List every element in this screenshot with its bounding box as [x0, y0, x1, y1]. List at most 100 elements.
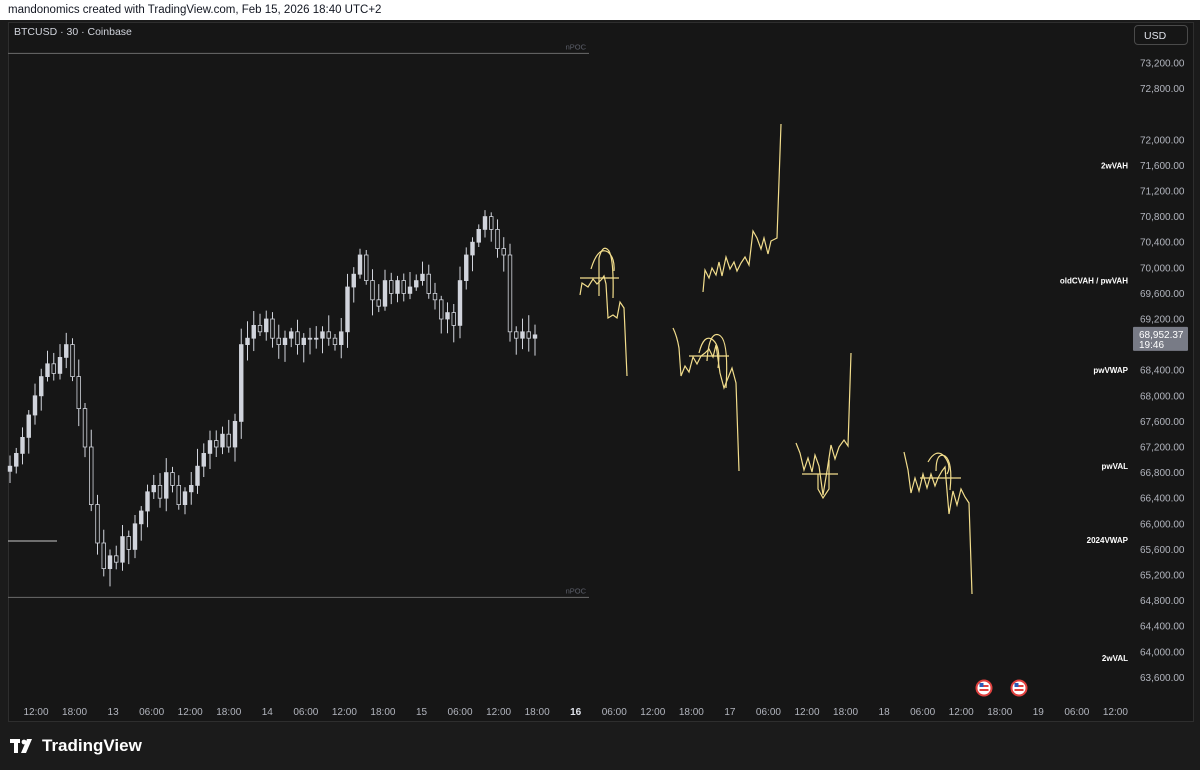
candle-body	[351, 273, 356, 288]
level-label: oldCVAH / pwVAH	[1060, 277, 1128, 286]
y-tick-label: 71,600.00	[1140, 161, 1185, 172]
candle-body	[82, 408, 88, 448]
us-flag-canton	[1014, 683, 1019, 687]
candle-body	[195, 465, 200, 486]
candle-body	[307, 337, 313, 340]
candle-body	[151, 484, 156, 493]
x-tick-label: 12:00	[1103, 707, 1128, 718]
candle-body	[32, 395, 38, 416]
candle-body	[107, 555, 113, 569]
candle-body	[214, 440, 219, 448]
x-tick-label: 12:00	[794, 707, 819, 718]
candle-body	[395, 280, 400, 294]
candle-body	[139, 510, 144, 525]
npoc-label: nPOC	[566, 42, 587, 51]
candle-body	[39, 376, 44, 397]
x-tick-label: 13	[108, 707, 120, 718]
us-flag-stripe	[1014, 689, 1024, 691]
candle-body	[470, 241, 475, 256]
candle-body	[295, 331, 300, 345]
tradingview-logo[interactable]: TradingView	[10, 736, 142, 756]
x-tick-label: 12:00	[640, 707, 665, 718]
x-tick-label: 06:00	[756, 707, 781, 718]
x-tick-label: 18:00	[833, 707, 858, 718]
candle-body	[182, 491, 188, 505]
candle-body	[439, 299, 444, 320]
candle-body	[451, 312, 456, 326]
candle-body	[64, 344, 69, 358]
candle-body	[245, 337, 250, 346]
x-tick-label: 12:00	[23, 707, 48, 718]
candle-body	[176, 484, 181, 505]
candle-body	[14, 452, 19, 467]
candle-body	[332, 337, 338, 346]
candle-body	[57, 356, 63, 374]
us-flag-icon	[975, 679, 993, 697]
level-label: 2024VWAP	[1087, 536, 1129, 545]
scenario-drawing	[903, 451, 973, 595]
y-tick-label: 73,200.00	[1140, 59, 1185, 70]
us-flag-canton	[979, 683, 984, 687]
y-tick-label: 64,000.00	[1140, 647, 1185, 658]
y-tick-label: 65,600.00	[1140, 545, 1185, 556]
candle-body	[489, 216, 494, 230]
candle-body	[220, 433, 225, 448]
us-flag-icon	[1010, 679, 1028, 697]
candle-body	[445, 312, 450, 320]
scenario-drawing	[702, 123, 782, 293]
x-tick-label: 06:00	[293, 707, 318, 718]
x-tick-label: 15	[416, 707, 428, 718]
x-tick-label: 12:00	[178, 707, 203, 718]
candle-body	[457, 280, 463, 326]
candle-body	[426, 273, 431, 294]
x-tick-label: 19	[1033, 707, 1045, 718]
scenario-drawing	[935, 454, 952, 491]
candle-body	[345, 286, 350, 333]
y-tick-label: 72,800.00	[1140, 84, 1185, 95]
y-tick-label: 71,200.00	[1140, 187, 1185, 198]
candle-body	[532, 334, 538, 339]
candle-body	[382, 280, 388, 307]
candle-body	[232, 420, 238, 448]
candle-body	[189, 484, 194, 493]
candle-body	[414, 280, 419, 288]
candle-body	[239, 344, 244, 422]
candle-body	[114, 555, 119, 563]
candle-body	[51, 363, 56, 374]
candle-body	[482, 216, 488, 230]
y-tick-label: 68,000.00	[1140, 391, 1185, 402]
candle-body	[26, 414, 31, 438]
us-flag-stripe	[979, 689, 989, 691]
level-label: pwVWAP	[1093, 366, 1128, 375]
x-tick-label: 06:00	[1064, 707, 1089, 718]
symbol-label: BTCUSD · 30 · Coinbase	[14, 26, 132, 38]
candle-body	[401, 280, 406, 294]
x-tick-label: 18:00	[525, 707, 550, 718]
price-chart[interactable]: 73,200.00 72,800.00 72,000.00 71,600.00 71,2…	[0, 0, 1200, 770]
currency-button[interactable]: USD	[1134, 25, 1188, 45]
candle-body	[132, 523, 138, 550]
y-tick-label: 66,800.00	[1140, 468, 1185, 479]
price-tag-timer: 19:46	[1139, 340, 1164, 351]
scenario-drawing	[698, 337, 720, 369]
candle-body	[76, 376, 81, 410]
candle-body	[526, 331, 531, 339]
y-tick-label: 69,600.00	[1140, 289, 1185, 300]
x-tick-label: 12:00	[332, 707, 357, 718]
candle-body	[289, 331, 294, 339]
x-tick-label: 12:00	[949, 707, 974, 718]
candle-body	[320, 331, 325, 339]
candle-body	[495, 228, 500, 249]
candle-body	[145, 491, 150, 512]
candle-body	[170, 472, 175, 486]
candle-body	[276, 337, 281, 346]
candle-body	[420, 273, 425, 282]
x-tick-label: 06:00	[602, 707, 627, 718]
scenario-drawing	[672, 327, 740, 472]
candle-body	[407, 286, 413, 294]
y-tick-label: 63,600.00	[1140, 673, 1185, 684]
level-label: pwVAL	[1101, 462, 1128, 471]
candle-body	[389, 280, 394, 294]
candle-body	[357, 254, 363, 275]
x-tick-label: 18	[879, 707, 891, 718]
